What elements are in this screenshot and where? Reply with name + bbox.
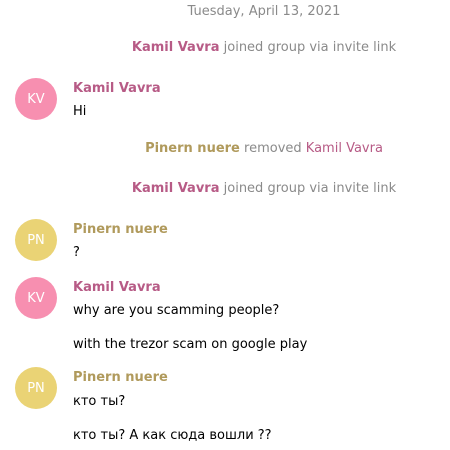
service-action: removed [244, 141, 302, 156]
message-text: Hi [73, 104, 87, 119]
avatar[interactable]: KV [15, 78, 57, 120]
date-separator: Tuesday, April 13, 2021 [187, 4, 341, 19]
message-author[interactable]: Pinern nuere [73, 222, 168, 237]
message-text: why are you scamming people? [73, 303, 280, 318]
service-message-join: Kamil Vavra joined group via invite link [0, 40, 450, 55]
message-author[interactable]: Kamil Vavra [73, 81, 161, 96]
service-message-remove: Pinern nuere removed Kamil Vavra [0, 141, 450, 156]
service-actor[interactable]: Kamil Vavra [132, 181, 220, 196]
message-text: with the trezor scam on google play [73, 337, 308, 352]
avatar[interactable]: PN [15, 219, 57, 261]
service-actor[interactable]: Kamil Vavra [132, 40, 220, 55]
service-target[interactable]: Kamil Vavra [306, 141, 383, 156]
avatar[interactable]: KV [15, 277, 57, 319]
message-author[interactable]: Pinern nuere [73, 370, 168, 385]
avatar[interactable]: PN [15, 367, 57, 409]
service-message-join: Kamil Vavra joined group via invite link [0, 181, 450, 196]
message-author[interactable]: Kamil Vavra [73, 280, 161, 295]
service-actor[interactable]: Pinern nuere [145, 141, 240, 156]
message-text: кто ты? А как сюда вошли ?? [73, 428, 272, 443]
service-action: joined group via invite link [223, 40, 397, 55]
service-action: joined group via invite link [223, 181, 397, 196]
message-text: ? [73, 245, 80, 260]
message-text: кто ты? [73, 394, 126, 409]
